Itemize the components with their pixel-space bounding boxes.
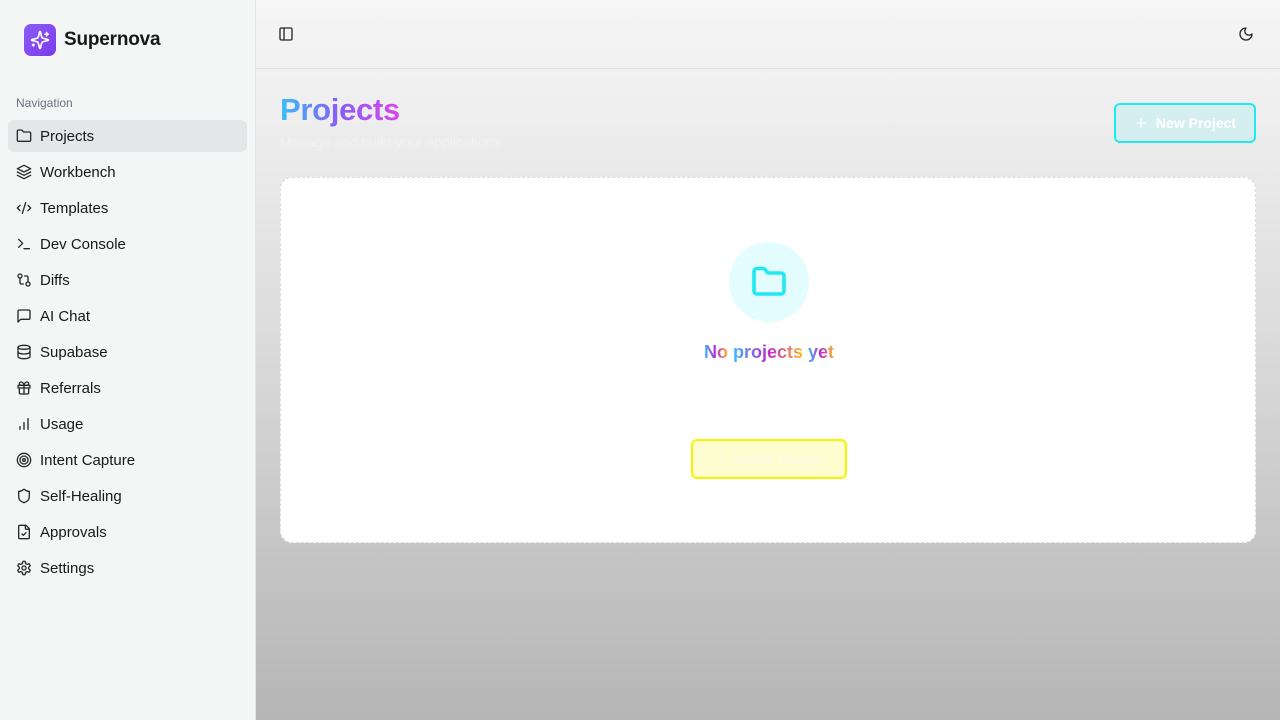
sidebar-item-label: Usage xyxy=(40,415,84,433)
sidebar-item-diffs[interactable]: Diffs xyxy=(8,264,247,296)
sidebar-item-label: Self-Healing xyxy=(40,487,122,505)
sidebar-item-dev-console[interactable]: Dev Console xyxy=(8,228,247,260)
sidebar-nav: Projects Workbench Templates Dev Console… xyxy=(8,120,247,588)
brand[interactable]: Supernova xyxy=(24,24,161,56)
target-icon xyxy=(16,452,32,468)
new-project-label: New Project xyxy=(1155,115,1237,131)
sidebar: Supernova Navigation Projects Workbench … xyxy=(0,0,256,720)
message-square-icon xyxy=(17,309,31,323)
sidebar-item-label: Settings xyxy=(40,559,95,577)
plus-icon xyxy=(717,454,727,464)
sidebar-item-referrals[interactable]: Referrals xyxy=(8,372,247,404)
empty-state-title-word: projects xyxy=(732,342,803,362)
create-project-label: Create Project xyxy=(734,451,823,467)
database-icon xyxy=(17,344,31,360)
settings-icon xyxy=(17,560,31,576)
file-check-icon xyxy=(18,524,30,540)
panel-left-icon xyxy=(279,27,293,41)
sidebar-item-self-healing[interactable]: Self-Healing xyxy=(8,480,247,512)
sidebar-item-settings[interactable]: Settings xyxy=(8,552,247,584)
main-content: Projects Manage and build your applicati… xyxy=(256,0,1280,720)
gift-icon xyxy=(17,381,31,395)
sidebar-item-label: Approvals xyxy=(40,523,107,541)
sidebar-item-supabase[interactable]: Supabase xyxy=(8,336,247,368)
bar-chart-icon xyxy=(19,418,29,430)
sidebar-item-workbench[interactable]: Workbench xyxy=(8,156,247,188)
folder-icon xyxy=(16,129,32,142)
empty-state-title-word: No xyxy=(703,342,728,362)
layers-icon xyxy=(16,164,32,180)
terminal-icon xyxy=(18,238,30,250)
empty-state-icon-circle xyxy=(729,242,809,322)
sidebar-item-approvals[interactable]: Approvals xyxy=(8,516,247,548)
git-compare-icon xyxy=(17,273,31,287)
brand-name: Supernova xyxy=(64,29,161,50)
new-project-button[interactable]: New Project xyxy=(1114,103,1256,143)
sidebar-item-label: AI Chat xyxy=(40,307,91,325)
sidebar-item-label: Templates xyxy=(40,199,109,217)
sidebar-item-ai-chat[interactable]: AI Chat xyxy=(8,300,247,332)
nav-heading: Navigation xyxy=(16,96,73,110)
code-icon xyxy=(16,202,32,214)
page-title: Projects xyxy=(280,92,400,127)
topbar xyxy=(256,0,1280,69)
page-subtitle: Manage and build your applications xyxy=(280,134,501,150)
sidebar-item-label: Diffs xyxy=(40,271,70,289)
sidebar-item-label: Supabase xyxy=(40,343,108,361)
sidebar-item-label: Workbench xyxy=(40,163,116,181)
empty-state-title: No projects yet xyxy=(281,342,1257,363)
sidebar-item-label: Intent Capture xyxy=(40,451,136,469)
folder-icon xyxy=(752,266,786,296)
sidebar-item-templates[interactable]: Templates xyxy=(8,192,247,224)
sidebar-item-label: Projects xyxy=(40,127,95,145)
sidebar-item-usage[interactable]: Usage xyxy=(8,408,247,440)
plus-icon xyxy=(1136,118,1146,128)
sidebar-item-label: Dev Console xyxy=(40,235,126,253)
sidebar-item-label: Referrals xyxy=(40,379,101,397)
theme-toggle-button[interactable] xyxy=(1232,20,1260,48)
sparkles-icon xyxy=(24,24,56,56)
shield-icon xyxy=(18,488,30,504)
create-project-button[interactable]: Create Project xyxy=(691,439,847,479)
sidebar-toggle-button[interactable] xyxy=(272,20,300,48)
empty-state-card: No projects yet Create Project xyxy=(280,177,1256,543)
sidebar-item-projects[interactable]: Projects xyxy=(8,120,247,152)
moon-icon xyxy=(1239,27,1253,41)
sidebar-item-intent-capture[interactable]: Intent Capture xyxy=(8,444,247,476)
empty-state-title-word: yet xyxy=(808,342,835,362)
